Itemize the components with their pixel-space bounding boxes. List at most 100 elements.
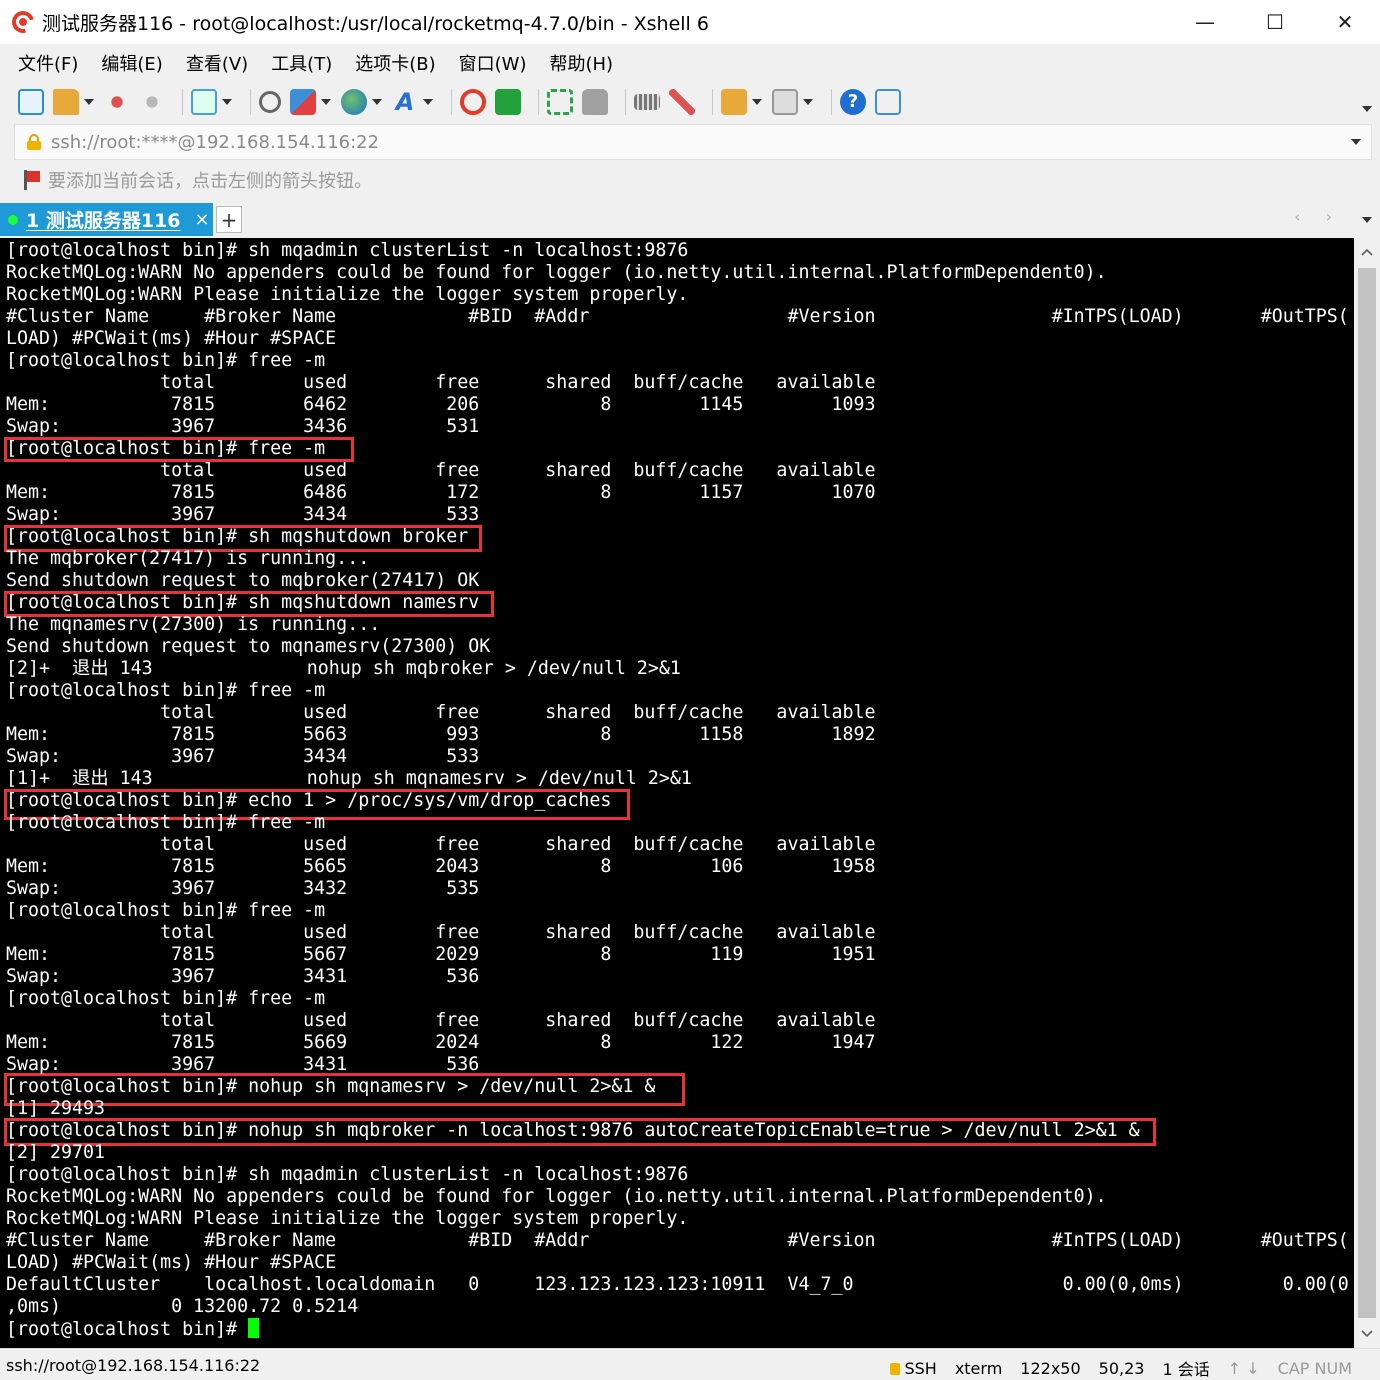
toolbar-separator	[451, 89, 452, 115]
transfer-icon[interactable]	[290, 89, 316, 115]
connected-status-icon	[8, 214, 18, 225]
terminal-line: Swap: 3967 3431 536	[6, 1054, 480, 1075]
terminal-line: Mem: 7815 5667 2029 8 119 1951	[6, 944, 876, 965]
tab-bar: 1 测试服务器116 × + ‹ ›	[0, 203, 1380, 236]
scroll-up-icon[interactable]	[1361, 248, 1373, 256]
add-session-arrow-icon[interactable]	[22, 170, 40, 190]
terminal-line: Swap: 3967 3431 536	[6, 966, 480, 987]
terminal-line: [root@localhost bin]# sh mqshutdown name…	[6, 592, 480, 613]
terminal-line: #Cluster Name #Broker Name #BID #Addr #V…	[6, 306, 1349, 327]
terminal-line: RocketMQLog:WARN No appenders could be f…	[6, 1186, 1107, 1207]
globe-dropdown-icon[interactable]	[372, 99, 382, 105]
terminal-line: total used free shared buff/cache availa…	[6, 1010, 876, 1031]
menu-edit[interactable]: 编辑(E)	[97, 48, 166, 78]
terminal-line: #Cluster Name #Broker Name #BID #Addr #V…	[6, 1230, 1349, 1251]
terminal-line: total used free shared buff/cache availa…	[6, 460, 876, 481]
new-session-icon[interactable]	[18, 89, 44, 115]
address-bar[interactable]: ssh://root:****@192.168.154.116:22	[14, 124, 1372, 160]
terminal-output[interactable]: [root@localhost bin]# sh mqadmin cluster…	[0, 238, 1354, 1348]
toolbar-separator	[625, 89, 626, 115]
terminal-line: [root@localhost bin]#	[6, 1318, 260, 1340]
new-tab-button[interactable]: +	[216, 206, 242, 233]
toolbar-separator	[250, 89, 251, 115]
terminal-line: total used free shared buff/cache availa…	[6, 834, 876, 855]
tab-scroll-arrows-icon[interactable]: ‹ ›	[1294, 207, 1342, 226]
terminal-line: [root@localhost bin]# free -m	[6, 350, 326, 371]
compose-icon[interactable]	[721, 89, 747, 115]
minimize-button[interactable]: —	[1170, 0, 1240, 44]
close-button[interactable]: ✕	[1310, 0, 1380, 44]
terminal-line: [1] 29493	[6, 1098, 106, 1119]
font-icon[interactable]: A	[392, 89, 418, 115]
terminal-line: [root@localhost bin]# free -m	[6, 680, 326, 701]
terminal-scrollbar[interactable]	[1354, 238, 1380, 1348]
menu-window[interactable]: 窗口(W)	[455, 48, 531, 78]
layout-dropdown-icon[interactable]	[803, 99, 813, 105]
terminal-line: [root@localhost bin]# nohup sh mqnamesrv…	[6, 1076, 656, 1097]
terminal-line: [root@localhost bin]# sh mqadmin cluster…	[6, 240, 689, 261]
menu-tools[interactable]: 工具(T)	[267, 48, 336, 78]
transfer-dropdown-icon[interactable]	[321, 99, 331, 105]
help-icon[interactable]: ?	[840, 89, 866, 115]
menu-help[interactable]: 帮助(H)	[545, 48, 617, 78]
tab-session-1[interactable]: 1 测试服务器116 ×	[0, 203, 213, 236]
chat-icon[interactable]	[875, 89, 901, 115]
address-input[interactable]: ssh://root:****@192.168.154.116:22	[51, 132, 379, 153]
toolbar-separator	[831, 89, 832, 115]
terminal-line: Mem: 7815 6486 172 8 1157 1070	[6, 482, 876, 503]
toolbar-overflow-icon[interactable]	[1362, 106, 1372, 112]
terminal-line: total used free shared buff/cache availa…	[6, 922, 876, 943]
globe-icon[interactable]	[341, 89, 367, 115]
properties-dropdown-icon[interactable]	[222, 99, 232, 105]
keyboard-icon[interactable]	[634, 94, 660, 110]
terminal-line: Swap: 3967 3434 533	[6, 746, 480, 767]
terminal-line: RocketMQLog:WARN No appenders could be f…	[6, 262, 1107, 283]
terminal-line: Mem: 7815 5669 2024 8 122 1947	[6, 1032, 876, 1053]
open-folder-icon[interactable]	[53, 89, 79, 115]
terminal-line: [root@localhost bin]# free -m	[6, 900, 326, 921]
xftp-icon[interactable]	[495, 89, 521, 115]
address-dropdown-icon[interactable]	[1351, 139, 1361, 145]
layout-icon[interactable]	[772, 89, 798, 115]
tab-label: 1 测试服务器116	[26, 210, 181, 232]
status-protocol-label: SSH	[904, 1358, 937, 1378]
compose-dropdown-icon[interactable]	[752, 99, 762, 105]
reconnect-icon[interactable]	[139, 89, 165, 115]
status-connection: ssh://root@192.168.154.116:22	[6, 1356, 261, 1375]
font-dropdown-icon[interactable]	[423, 99, 433, 105]
fullscreen-icon[interactable]	[547, 89, 573, 115]
terminal-line: [root@localhost bin]# sh mqadmin cluster…	[6, 1164, 689, 1185]
ssh-lock-icon	[890, 1362, 901, 1375]
terminal-line: [root@localhost bin]# free -m	[6, 812, 326, 833]
scroll-down-icon[interactable]	[1361, 1330, 1373, 1338]
terminal-line: [1]+ 退出 143 nohup sh mqnamesrv > /dev/nu…	[6, 768, 692, 789]
terminal-line: [root@localhost bin]# free -m	[6, 438, 326, 459]
menu-file[interactable]: 文件(F)	[14, 48, 82, 78]
tab-list-dropdown-icon[interactable]	[1362, 217, 1372, 223]
menu-view[interactable]: 查看(V)	[182, 48, 252, 78]
open-dropdown-icon[interactable]	[84, 99, 94, 105]
terminal-line: DefaultCluster localhost.localdomain 0 1…	[6, 1274, 1349, 1295]
terminal-line: Swap: 3967 3436 531	[6, 416, 480, 437]
disconnect-icon[interactable]	[104, 89, 130, 115]
xshell-icon[interactable]	[460, 89, 486, 115]
window-controls: — ☐ ✕	[1170, 0, 1380, 44]
highlight-icon[interactable]	[669, 89, 695, 115]
menu-tab[interactable]: 选项卡(B)	[351, 48, 439, 78]
terminal-line: [root@localhost bin]# nohup sh mqbroker …	[6, 1120, 1140, 1141]
toolbar-separator	[182, 89, 183, 115]
terminal-line: Mem: 7815 5663 993 8 1158 1892	[6, 724, 876, 745]
status-protocol: SSH	[890, 1358, 937, 1378]
terminal-line: [root@localhost bin]# sh mqshutdown brok…	[6, 526, 469, 547]
tab-close-icon[interactable]: ×	[195, 209, 210, 230]
terminal-line: LOAD) #PCWait(ms) #Hour #SPACE	[6, 1252, 337, 1273]
maximize-button[interactable]: ☐	[1240, 0, 1310, 44]
lock-icon[interactable]	[582, 89, 608, 115]
toolbar-separator	[712, 89, 713, 115]
find-icon[interactable]	[259, 91, 281, 113]
terminal-line: Swap: 3967 3432 535	[6, 878, 480, 899]
terminal-line: The mqbroker(27417) is running...	[6, 548, 370, 569]
scroll-thumb[interactable]	[1358, 268, 1376, 1318]
terminal-line: Send shutdown request to mqnamesrv(27300…	[6, 636, 491, 657]
properties-icon[interactable]	[191, 89, 217, 115]
